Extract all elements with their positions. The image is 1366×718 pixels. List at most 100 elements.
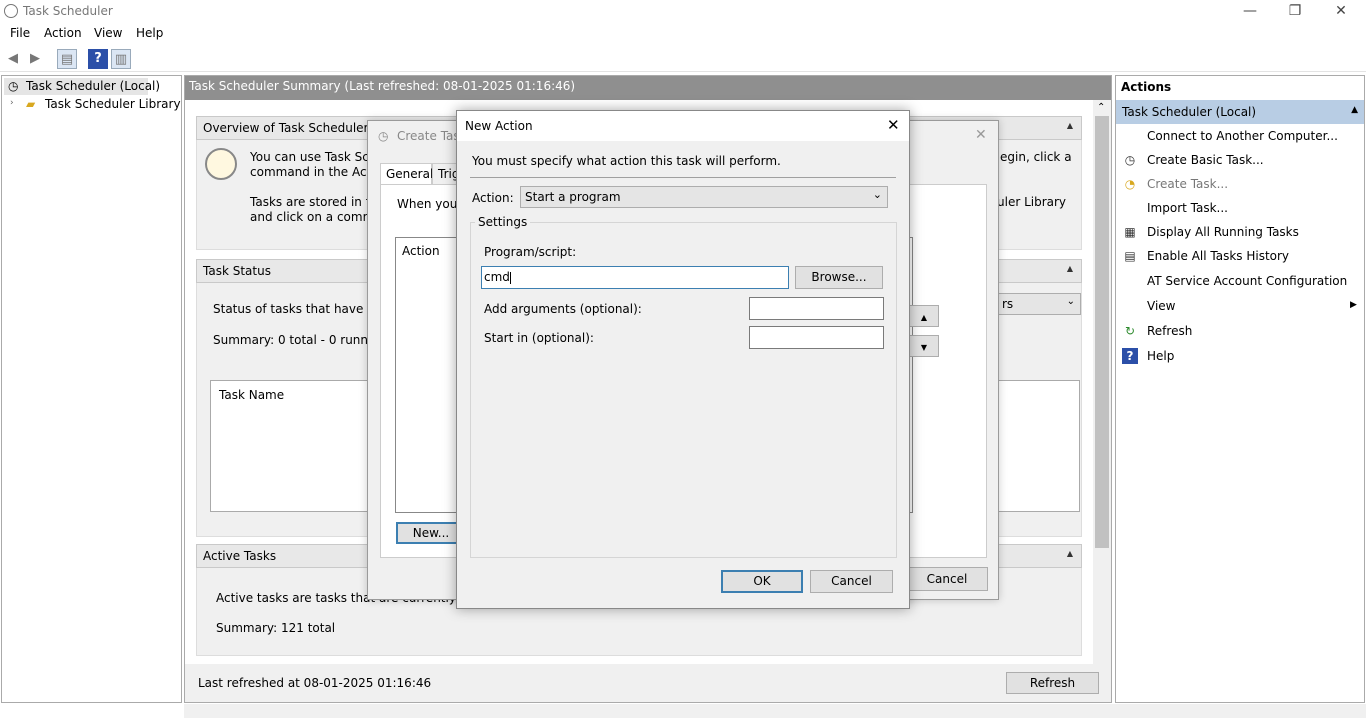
move-up-button[interactable]: ▲ [909, 305, 939, 327]
menu-action[interactable]: Action [44, 26, 82, 40]
show-hide-console-tree-icon[interactable]: ▤ [57, 49, 77, 69]
chevron-down-icon: ⌄ [872, 188, 882, 201]
menu-view[interactable]: View [94, 26, 122, 40]
last-refreshed-text: Last refreshed at 08-01-2025 01:16:46 [198, 676, 432, 690]
console-tree: ◷ Task Scheduler (Local) › ▰ Task Schedu… [1, 75, 182, 703]
action-help[interactable]: Help [1147, 347, 1174, 365]
vertical-scrollbar[interactable]: ⌃ ⌄ [1093, 100, 1111, 680]
action-create-basic-task[interactable]: Create Basic Task... [1147, 151, 1264, 169]
action-connect[interactable]: Connect to Another Computer... [1147, 127, 1338, 145]
forward-arrow-icon[interactable]: ▶ [25, 49, 45, 69]
actions-group-header[interactable]: Task Scheduler (Local) ▲ [1116, 100, 1364, 124]
actions-title: Actions [1116, 76, 1364, 98]
scrollbar-thumb[interactable] [1095, 116, 1109, 548]
program-script-input[interactable]: cmd [481, 266, 789, 289]
arguments-label: Add arguments (optional): [484, 302, 642, 316]
close-icon[interactable]: ✕ [887, 116, 900, 134]
arrow-up-icon: ▲ [920, 313, 928, 322]
scroll-up-icon[interactable]: ⌃ [1097, 102, 1105, 113]
menu-file[interactable]: File [10, 26, 30, 40]
help-icon[interactable]: ? [88, 49, 108, 69]
start-in-label: Start in (optional): [484, 331, 594, 345]
menu-help[interactable]: Help [136, 26, 163, 40]
status-bar [184, 704, 1366, 718]
status-summary: Summary: 0 total - 0 running, [213, 333, 391, 347]
submenu-arrow-icon: ▶ [1350, 300, 1357, 310]
active-tasks-title: Active Tasks [203, 549, 277, 563]
tree-item-root[interactable]: Task Scheduler (Local) [26, 78, 160, 95]
title-bar: Task Scheduler — ❐ ✕ [0, 0, 1366, 24]
arguments-input[interactable] [749, 297, 884, 320]
close-button[interactable]: ✕ [1318, 0, 1364, 24]
tree-item-library[interactable]: Task Scheduler Library [45, 96, 181, 113]
combo-value: rs [1002, 297, 1014, 311]
column-header-action: Action [402, 244, 440, 258]
close-icon[interactable]: ✕ [975, 127, 987, 143]
folder-icon: ▰ [26, 97, 36, 111]
chevron-down-icon: ⌄ [1066, 296, 1075, 307]
dialog-title: New Action [465, 119, 533, 133]
collapse-up-icon[interactable]: ▲ [1351, 105, 1358, 115]
divider [470, 177, 896, 178]
program-label: Program/script: [484, 245, 577, 259]
overview-line: command in the Actio [250, 165, 382, 179]
create-task-cancel-button[interactable]: Cancel [906, 567, 988, 591]
collapse-icon[interactable]: ▲ [1067, 121, 1073, 130]
clock-icon [205, 148, 237, 180]
back-arrow-icon[interactable]: ◀ [3, 49, 23, 69]
clock-icon: ◷ [378, 129, 389, 143]
start-in-input[interactable] [749, 326, 884, 349]
program-script-value: cmd [484, 270, 510, 284]
actions-group-label: Task Scheduler (Local) [1122, 105, 1257, 119]
refresh-button[interactable]: Refresh [1006, 672, 1099, 694]
task-status-title: Task Status [203, 264, 271, 278]
cancel-button[interactable]: Cancel [810, 570, 893, 593]
clock-icon: ◷ [8, 79, 19, 93]
dialog-title-bar: New Action ✕ [457, 111, 909, 141]
overview-line: uler Library [997, 195, 1067, 209]
action-view[interactable]: View [1147, 297, 1175, 315]
create-task-icon: ◔ [1124, 177, 1136, 191]
action-create-task[interactable]: Create Task... [1147, 175, 1228, 193]
action-enable-history[interactable]: Enable All Tasks History [1147, 247, 1289, 265]
collapse-icon[interactable]: ▲ [1067, 549, 1073, 558]
ok-button[interactable]: OK [721, 570, 803, 593]
history-icon: ▤ [1124, 249, 1136, 263]
expand-chevron-icon[interactable]: › [10, 98, 14, 108]
column-header-task-name[interactable]: Task Name [219, 388, 284, 402]
create-basic-task-icon: ◷ [1124, 153, 1136, 167]
app-title: Task Scheduler [23, 4, 113, 18]
help-icon: ? [1122, 348, 1138, 364]
overview-line: egin, click a [1000, 150, 1072, 164]
menu-bar: File Action View Help [0, 24, 1366, 44]
action-label: Action: [472, 191, 514, 205]
browse-button[interactable]: Browse... [795, 266, 883, 289]
action-type-select[interactable]: Start a program ⌄ [520, 186, 888, 208]
new-action-dialog: New Action ✕ You must specify what actio… [456, 110, 910, 609]
action-at-service[interactable]: AT Service Account Configuration [1147, 272, 1347, 290]
settings-legend: Settings [475, 215, 531, 229]
refresh-icon: ↻ [1124, 324, 1136, 338]
arrow-down-icon: ▼ [920, 343, 928, 352]
move-down-button[interactable]: ▼ [909, 335, 939, 357]
tab-general[interactable]: General [380, 163, 433, 185]
overview-title: Overview of Task Scheduler [203, 121, 369, 135]
summary-header: Task Scheduler Summary (Last refreshed: … [185, 76, 1111, 100]
show-hide-action-pane-icon[interactable]: ▥ [111, 49, 131, 69]
action-display-running[interactable]: Display All Running Tasks [1147, 223, 1299, 241]
minimize-button[interactable]: — [1227, 0, 1273, 24]
action-refresh[interactable]: Refresh [1147, 322, 1192, 340]
toolbar: ◀ ▶ ▤ ? ▥ [0, 44, 1366, 72]
clock-icon [4, 4, 18, 18]
running-tasks-icon: ▦ [1124, 225, 1136, 239]
collapse-icon[interactable]: ▲ [1067, 264, 1073, 273]
action-type-value: Start a program [525, 190, 621, 204]
summary-footer: Last refreshed at 08-01-2025 01:16:46 Re… [185, 664, 1111, 702]
restore-button[interactable]: ❐ [1272, 0, 1318, 24]
status-period-combo[interactable]: rs ⌄ [997, 293, 1081, 315]
actions-pane: Actions Task Scheduler (Local) ▲ Connect… [1115, 75, 1365, 703]
instruction-text: You must specify what action this task w… [472, 154, 781, 168]
text-cursor [509, 271, 511, 284]
action-import-task[interactable]: Import Task... [1147, 199, 1228, 217]
active-summary: Summary: 121 total [216, 621, 336, 635]
